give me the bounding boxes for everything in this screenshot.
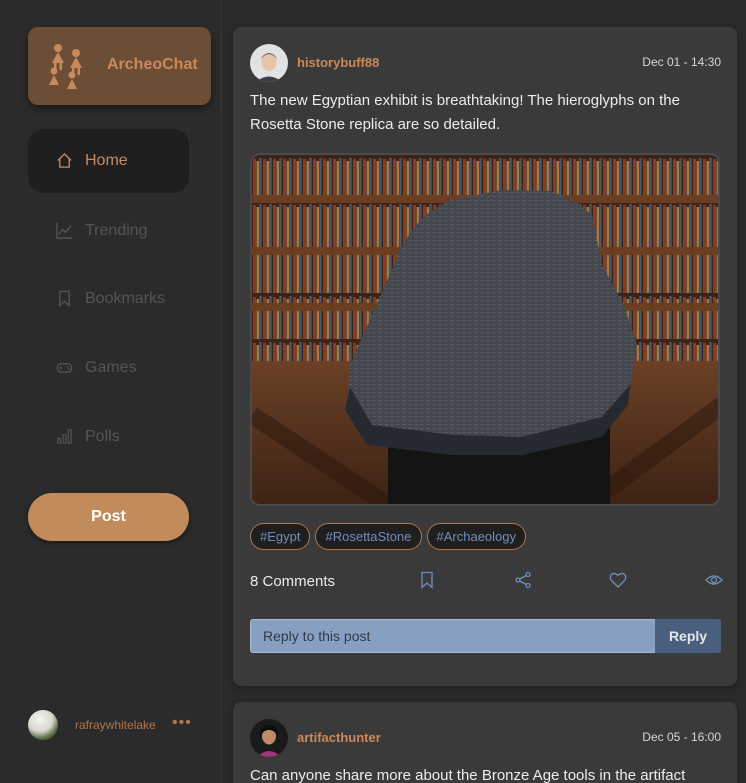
post-card: historybuff88 Dec 01 - 14:30 The new Egy… bbox=[233, 27, 737, 686]
post-text: The new Egyptian exhibit is breathtaking… bbox=[250, 92, 680, 133]
post-button[interactable]: Post bbox=[28, 493, 189, 541]
reply-button[interactable]: Reply bbox=[655, 619, 721, 653]
tag-chip[interactable]: #Archaeology bbox=[426, 523, 526, 550]
nav-label-polls: Polls bbox=[85, 428, 120, 445]
tag-chip[interactable]: #RosettaStone bbox=[315, 523, 422, 550]
nav-item-games[interactable]: Games bbox=[28, 336, 189, 400]
user-portrait-icon bbox=[250, 719, 288, 757]
app-logo[interactable]: ArcheoChat bbox=[28, 27, 211, 105]
nav-item-home[interactable]: Home bbox=[28, 129, 189, 193]
sidebar: ArcheoChat Home Trending Bookmarks Games bbox=[0, 0, 222, 783]
nav-label-home: Home bbox=[85, 152, 128, 169]
comments-link[interactable]: 8 Comments bbox=[250, 573, 335, 590]
tag-chip[interactable]: #Egypt bbox=[250, 523, 311, 550]
heart-icon[interactable] bbox=[609, 571, 627, 589]
more-options-icon[interactable]: ••• bbox=[172, 714, 192, 732]
post-card: artifacthunter Dec 05 - 16:00 Can anyone… bbox=[233, 702, 737, 783]
share-icon[interactable] bbox=[514, 571, 532, 589]
post-image[interactable] bbox=[250, 153, 720, 506]
post-actions: 8 Comments bbox=[250, 571, 724, 595]
avatar[interactable] bbox=[28, 710, 58, 740]
app-name: ArcheoChat bbox=[107, 56, 198, 73]
avatar[interactable] bbox=[250, 719, 288, 757]
tag-list: #Egypt #RosettaStone #Archaeology bbox=[250, 523, 526, 550]
post-timestamp: Dec 05 - 16:00 bbox=[642, 730, 721, 744]
post-timestamp: Dec 01 - 14:30 bbox=[642, 55, 721, 69]
eye-icon[interactable] bbox=[705, 571, 723, 589]
post-author[interactable]: historybuff88 bbox=[297, 55, 379, 70]
nav-item-trending[interactable]: Trending bbox=[28, 199, 189, 263]
current-user[interactable]: rafraywhitelake ••• bbox=[28, 710, 208, 740]
nav-label-games: Games bbox=[85, 359, 137, 376]
bookmark-icon bbox=[59, 290, 70, 307]
avatar[interactable] bbox=[250, 44, 288, 82]
home-icon bbox=[57, 152, 72, 168]
bar-chart-icon bbox=[57, 429, 72, 444]
reply-input[interactable] bbox=[250, 619, 656, 653]
nav-label-trending: Trending bbox=[85, 222, 148, 239]
user-portrait-icon bbox=[250, 44, 288, 82]
post-text: Can anyone share more about the Bronze A… bbox=[250, 767, 686, 783]
nav-label-bookmarks: Bookmarks bbox=[85, 290, 166, 307]
bookmark-icon[interactable] bbox=[418, 571, 436, 589]
nav-item-bookmarks[interactable]: Bookmarks bbox=[28, 267, 189, 331]
nav-item-polls[interactable]: Polls bbox=[28, 405, 189, 469]
post-author[interactable]: artifacthunter bbox=[297, 730, 381, 745]
current-user-name: rafraywhitelake bbox=[75, 718, 156, 732]
gamepad-icon bbox=[56, 363, 73, 373]
people-logo-icon bbox=[49, 44, 82, 89]
trending-icon bbox=[56, 222, 73, 239]
rosetta-stone-photo bbox=[252, 155, 718, 504]
